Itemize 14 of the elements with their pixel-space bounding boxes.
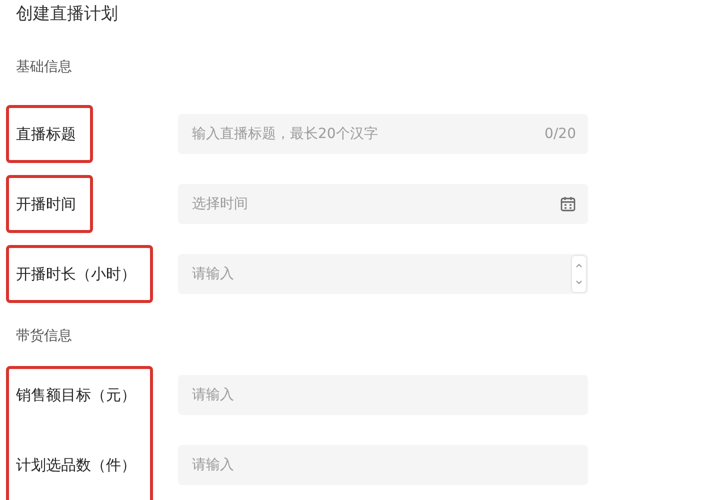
section-title: 基础信息 [16,58,72,77]
date-field[interactable]: 选择时间 [178,184,588,224]
section-title: 带货信息 [16,327,72,346]
page-title: 创建直播计划 [16,3,118,26]
calendar-icon[interactable] [560,196,576,212]
field-label: 直播标题 [16,124,76,144]
field-label: 计划选品数（件） [16,456,136,474]
field-label: 销售额目标（元） [16,386,136,404]
text-field[interactable]: 输入直播标题，最长20个汉字 0/20 [178,114,588,154]
field-label: 开播时间 [16,194,76,214]
field-label: 开播时长（小时） [16,264,136,284]
number-field[interactable]: 请输入 [178,254,588,294]
text-field[interactable]: 请输入 [178,445,588,485]
text-field[interactable]: 请输入 [178,375,588,415]
